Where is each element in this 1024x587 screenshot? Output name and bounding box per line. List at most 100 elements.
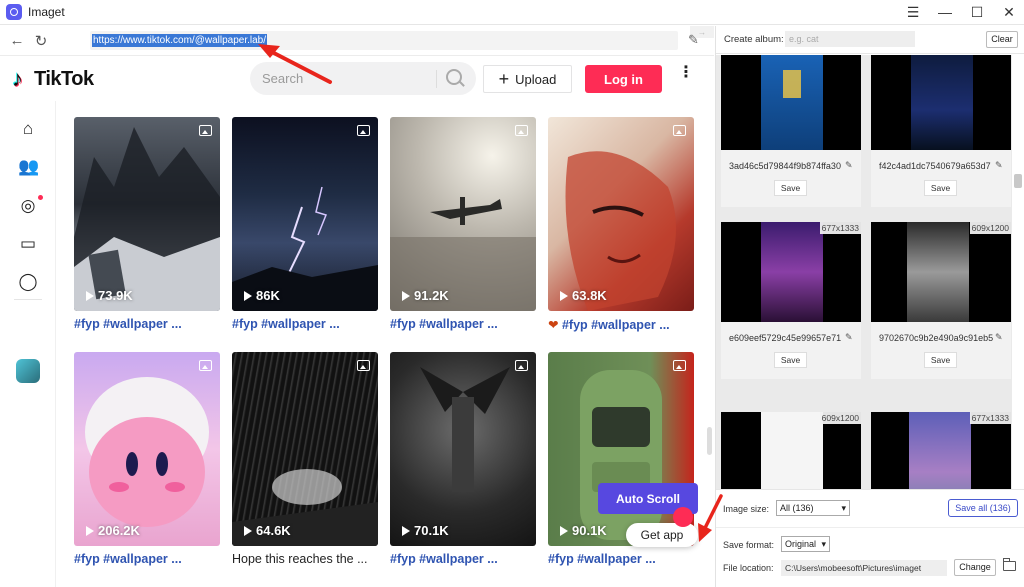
- video-card[interactable]: 91.2K #fyp #wallpaper ...: [390, 117, 536, 331]
- more-options-icon[interactable]: ⋮: [678, 65, 694, 81]
- folder-icon[interactable]: [1003, 558, 1016, 571]
- gallery-thumbnail[interactable]: 609x1200: [871, 222, 1011, 322]
- close-icon[interactable]: ✕: [1002, 3, 1016, 21]
- gallery-item[interactable]: 677x1333: [871, 412, 1011, 489]
- video-thumbnail[interactable]: 70.1K: [390, 352, 536, 546]
- save-button[interactable]: Save: [924, 352, 957, 368]
- video-thumbnail[interactable]: 206.2K: [74, 352, 220, 546]
- gallery-item[interactable]: 609x1200 9702670c9b2e490a9c91eb5 ✎ Save: [871, 222, 1011, 379]
- image-post-icon: [199, 360, 212, 371]
- video-thumbnail[interactable]: 64.6K: [232, 352, 378, 546]
- video-caption[interactable]: #fyp #wallpaper ...: [74, 552, 220, 566]
- video-caption[interactable]: #fyp #wallpaper ...: [390, 317, 536, 331]
- gallery-item[interactable]: 3ad46c5d79844f9b874ffa30 ✎ Save: [721, 55, 861, 207]
- video-caption[interactable]: #fyp #wallpaper ...: [390, 552, 536, 566]
- video-card[interactable]: 206.2K #fyp #wallpaper ...: [74, 352, 220, 566]
- clean-brush-icon[interactable]: ✎: [688, 32, 699, 48]
- tiktok-search-bar[interactable]: Search: [250, 62, 476, 95]
- search-input[interactable]: Search: [262, 71, 303, 86]
- video-card[interactable]: 70.1K #fyp #wallpaper ...: [390, 352, 536, 566]
- video-thumbnail[interactable]: 86K: [232, 117, 378, 311]
- save-format-select[interactable]: Original: [781, 536, 830, 552]
- file-name: e609eef5729c45e99657e71: [729, 333, 842, 343]
- rename-pencil-icon[interactable]: ✎: [995, 160, 1003, 171]
- gallery-scrollbar[interactable]: [1014, 174, 1022, 188]
- save-button[interactable]: Save: [774, 180, 807, 196]
- tiktok-wordmark: TikTok: [34, 68, 94, 90]
- gallery-thumbnail[interactable]: 677x1333: [871, 412, 1011, 489]
- panel-footer: Image size: All (136) Save all (136) Sav…: [716, 489, 1024, 587]
- image-gallery: 3ad46c5d79844f9b874ffa30 ✎ Save f42c4ad1…: [716, 55, 1012, 489]
- save-button[interactable]: Save: [924, 180, 957, 196]
- video-card[interactable]: 86K #fyp #wallpaper ...: [232, 117, 378, 331]
- rename-pencil-icon[interactable]: ✎: [845, 332, 853, 343]
- profile-icon[interactable]: ◯: [18, 272, 38, 292]
- video-caption[interactable]: ❤ #fyp #wallpaper ...: [548, 317, 694, 332]
- video-card[interactable]: 63.8K ❤ #fyp #wallpaper ...: [548, 117, 694, 332]
- file-name: f42c4ad1dc7540679a653d7: [879, 161, 991, 171]
- notification-dot: [38, 195, 43, 200]
- maximize-icon[interactable]: ☐: [970, 3, 984, 21]
- live-video-icon[interactable]: ▭: [18, 234, 38, 254]
- app-title: Imaget: [28, 5, 65, 19]
- view-count: 206.2K: [86, 523, 140, 538]
- home-icon[interactable]: ⌂: [18, 119, 38, 139]
- video-thumbnail[interactable]: 63.8K: [548, 117, 694, 311]
- album-input[interactable]: e.g. cat: [785, 31, 915, 47]
- search-divider: [436, 70, 437, 88]
- scroll-top-icon[interactable]: [673, 507, 693, 527]
- gallery-thumbnail[interactable]: [721, 55, 861, 150]
- image-size-label: Image size:: [723, 504, 770, 514]
- image-size-select[interactable]: All (136): [776, 500, 850, 516]
- file-name: 3ad46c5d79844f9b874ffa30: [729, 161, 841, 171]
- change-button[interactable]: Change: [954, 559, 996, 576]
- gallery-thumbnail[interactable]: [871, 55, 1011, 150]
- gallery-thumbnail[interactable]: 677x1333: [721, 222, 861, 322]
- image-dimensions: 609x1200: [819, 412, 861, 424]
- image-post-icon: [357, 360, 370, 371]
- back-arrow-icon[interactable]: ←: [5, 32, 29, 49]
- play-icon: [86, 290, 94, 301]
- video-card[interactable]: 73.9K #fyp #wallpaper ...: [74, 117, 220, 331]
- tiktok-header: TikTok Search + Upload Log in ⋮: [0, 57, 714, 101]
- upload-label: Upload: [515, 71, 557, 87]
- play-icon: [402, 525, 410, 536]
- video-thumbnail[interactable]: 91.2K: [390, 117, 536, 311]
- video-caption[interactable]: #fyp #wallpaper ...: [232, 317, 378, 331]
- following-users-icon[interactable]: 👥: [18, 157, 39, 177]
- save-button[interactable]: Save: [774, 352, 807, 368]
- gallery-item[interactable]: f42c4ad1dc7540679a653d7 ✎ Save: [871, 55, 1011, 207]
- heart-icon: ❤: [548, 318, 559, 332]
- upload-button[interactable]: + Upload: [483, 65, 572, 93]
- minimize-icon[interactable]: —: [938, 3, 952, 21]
- get-app-button[interactable]: Get app: [626, 523, 698, 547]
- image-post-icon: [673, 125, 686, 136]
- play-icon: [86, 525, 94, 536]
- imaget-logo-icon: [6, 4, 22, 20]
- page-scroll-handle[interactable]: [707, 427, 712, 455]
- refresh-icon[interactable]: ↻: [29, 32, 53, 50]
- image-dimensions: 677x1333: [819, 222, 861, 234]
- save-all-button[interactable]: Save all (136): [948, 499, 1018, 517]
- login-button[interactable]: Log in: [585, 65, 662, 93]
- image-post-icon: [515, 125, 528, 136]
- gallery-item[interactable]: 677x1333 e609eef5729c45e99657e71 ✎ Save: [721, 222, 861, 379]
- video-caption[interactable]: #fyp #wallpaper ...: [74, 317, 220, 331]
- gallery-item[interactable]: 609x1200: [721, 412, 861, 489]
- url-bar[interactable]: https://www.tiktok.com/@wallpaper.lab/: [90, 31, 678, 50]
- rename-pencil-icon[interactable]: ✎: [995, 332, 1003, 343]
- menu-icon[interactable]: ☰: [906, 3, 920, 21]
- video-caption[interactable]: Hope this reaches the ...: [232, 552, 378, 566]
- video-caption[interactable]: #fyp #wallpaper ...: [548, 552, 694, 566]
- video-thumbnail[interactable]: 73.9K: [74, 117, 220, 311]
- video-card[interactable]: 64.6K Hope this reaches the ...: [232, 352, 378, 566]
- play-icon: [560, 290, 568, 301]
- gallery-thumbnail[interactable]: 609x1200: [721, 412, 861, 489]
- search-icon[interactable]: [446, 69, 462, 85]
- file-location-field[interactable]: C:\Users\mobeesoft\Pictures\imaget: [781, 560, 947, 576]
- rename-pencil-icon[interactable]: ✎: [845, 160, 853, 171]
- creator-badge-icon[interactable]: [16, 359, 40, 383]
- explore-compass-icon[interactable]: ◎: [18, 196, 38, 216]
- clear-button[interactable]: Clear: [986, 31, 1018, 48]
- tiktok-logo[interactable]: TikTok: [12, 66, 94, 92]
